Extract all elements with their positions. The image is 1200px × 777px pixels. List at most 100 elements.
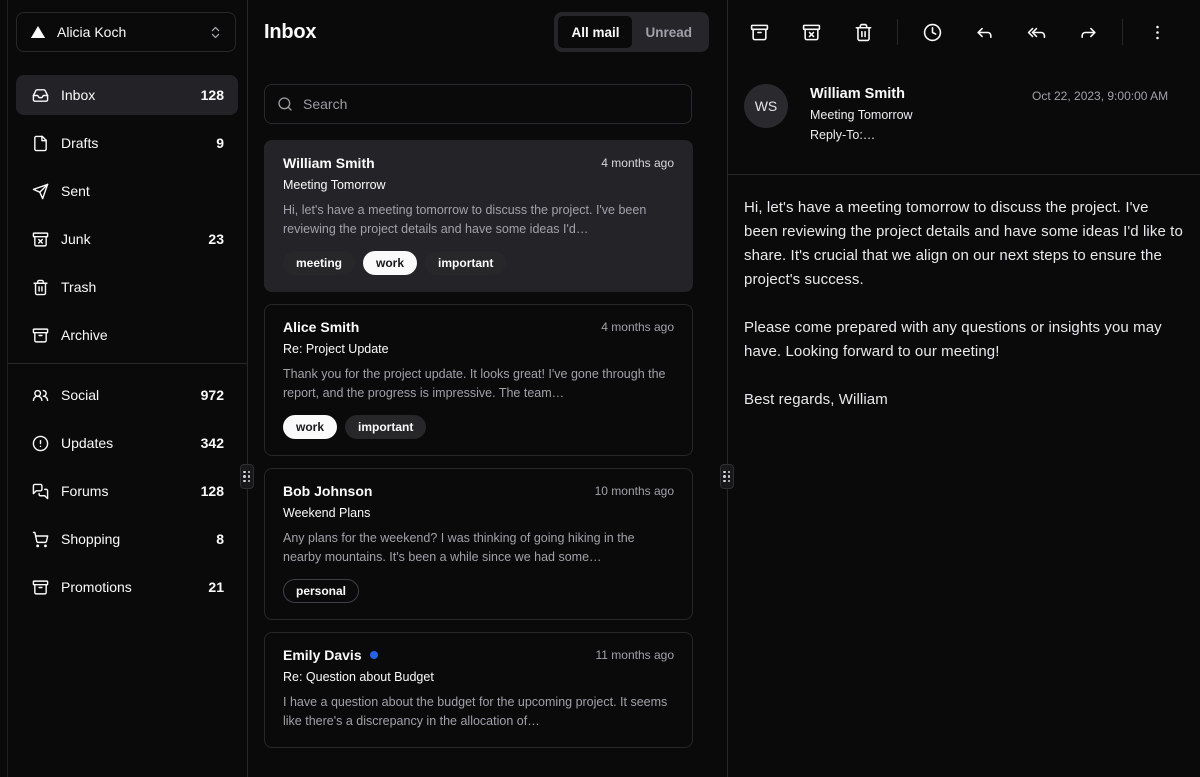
sidebar-item-label: Archive [61, 327, 212, 343]
email-tags: work important [283, 415, 674, 439]
account-switcher[interactable]: Alicia Koch [16, 12, 236, 52]
email-time: 11 months ago [596, 648, 675, 662]
email-sender: Emily Davis [283, 647, 362, 663]
mail-toolbar [728, 0, 1200, 64]
page-title: Inbox [264, 21, 316, 44]
sidebar-item-forums[interactable]: Forums 128 [16, 471, 238, 511]
sidebar-item-drafts[interactable]: Drafts 9 [16, 123, 238, 163]
tag-badge[interactable]: personal [283, 579, 359, 603]
sidebar-item-inbox[interactable]: Inbox 128 [16, 75, 238, 115]
sidebar-item-count: 972 [201, 387, 224, 403]
archive-icon [32, 327, 49, 344]
search-icon [277, 96, 293, 112]
email-tags: meeting work important [283, 251, 674, 275]
email-top-row: William Smith 4 months ago [283, 155, 674, 171]
sidebar-item-junk[interactable]: Junk 23 [16, 219, 238, 259]
shopping-cart-icon [32, 531, 49, 548]
trash-icon [854, 23, 873, 42]
sidebar-item-trash[interactable]: Trash [16, 267, 238, 307]
sidebar-item-archive[interactable]: Archive [16, 315, 238, 355]
chevrons-up-down-icon [208, 25, 223, 40]
sidebar-item-updates[interactable]: Updates 342 [16, 423, 238, 463]
tag-badge[interactable]: work [283, 415, 337, 439]
sidebar-item-social[interactable]: Social 972 [16, 375, 238, 415]
unread-dot [370, 651, 378, 659]
email-preview: Any plans for the weekend? I was thinkin… [283, 529, 674, 567]
email-preview: Hi, let's have a meeting tomorrow to dis… [283, 201, 674, 239]
detail-reply-to: Reply-To:… [810, 128, 913, 142]
email-top-row: Bob Johnson 10 months ago [283, 483, 674, 499]
inbox-icon [32, 87, 49, 104]
search-input[interactable] [303, 96, 679, 112]
email-preview: I have a question about the budget for t… [283, 693, 674, 731]
move-to-trash-button[interactable] [845, 14, 881, 50]
tag-badge[interactable]: important [345, 415, 426, 439]
more-options-button[interactable] [1139, 14, 1175, 50]
email-list-item[interactable]: Bob Johnson 10 months ago Weekend Plans … [264, 468, 693, 620]
grip-icon [723, 471, 731, 483]
move-to-junk-button[interactable] [793, 14, 829, 50]
detail-date: Oct 22, 2023, 9:00:00 AM [1032, 84, 1184, 154]
account-name: Alicia Koch [57, 24, 198, 40]
email-body-paragraph: Best regards, William [744, 388, 1184, 412]
sidebar-item-count: 128 [201, 483, 224, 499]
email-time: 4 months ago [601, 320, 674, 334]
reply-icon [975, 23, 994, 42]
email-sender: William Smith [283, 155, 375, 171]
forward-button[interactable] [1070, 14, 1106, 50]
messages-square-icon [32, 483, 49, 500]
avatar: WS [744, 84, 788, 128]
sidebar-item-label: Promotions [61, 579, 196, 595]
reply-all-button[interactable] [1018, 14, 1054, 50]
archive-icon [32, 579, 49, 596]
sidebar: Alicia Koch Inbox 128 Drafts 9 Sent [8, 0, 247, 777]
sidebar-item-promotions[interactable]: Promotions 21 [16, 567, 238, 607]
archive-button[interactable] [741, 14, 777, 50]
tab-unread[interactable]: Unread [632, 16, 705, 48]
forward-icon [1079, 23, 1098, 42]
sidebar-nav-secondary: Social 972 Updates 342 Forums 128 Shoppi… [16, 375, 238, 607]
archive-x-icon [32, 231, 49, 248]
email-detail-meta: William Smith Meeting Tomorrow Reply-To:… [810, 84, 913, 154]
sidebar-separator [8, 363, 247, 364]
list-detail-resize-handle[interactable] [720, 464, 734, 489]
tag-badge[interactable]: important [425, 251, 506, 275]
sidebar-item-label: Inbox [61, 87, 189, 103]
tab-all-mail[interactable]: All mail [558, 16, 632, 48]
sidebar-nav-primary: Inbox 128 Drafts 9 Sent Junk 23 [16, 75, 238, 355]
email-subject: Weekend Plans [283, 506, 674, 520]
sidebar-item-count: 8 [216, 531, 224, 547]
email-subject: Re: Project Update [283, 342, 674, 356]
email-body-paragraph: Please come prepared with any questions … [744, 316, 1184, 364]
detail-sender-name: William Smith [810, 86, 913, 102]
clock-icon [923, 23, 942, 42]
email-body: Hi, let's have a meeting tomorrow to dis… [728, 176, 1200, 432]
sidebar-item-count: 23 [208, 231, 224, 247]
alert-circle-icon [32, 435, 49, 452]
email-top-row: Alice Smith 4 months ago [283, 319, 674, 335]
email-list-item[interactable]: Emily Davis 11 months ago Re: Question a… [264, 632, 693, 748]
tag-badge[interactable]: meeting [283, 251, 355, 275]
email-tags: personal [283, 579, 674, 603]
email-sender: Bob Johnson [283, 483, 372, 499]
email-body-paragraph: Hi, let's have a meeting tomorrow to dis… [744, 196, 1184, 292]
sidebar-item-label: Social [61, 387, 189, 403]
email-list-item[interactable]: Alice Smith 4 months ago Re: Project Upd… [264, 304, 693, 456]
sidebar-item-count: 21 [208, 579, 224, 595]
grip-icon [243, 471, 251, 483]
archive-x-icon [802, 23, 821, 42]
sidebar-item-shopping[interactable]: Shopping 8 [16, 519, 238, 559]
mail-app: { "colors": { "background": "#0a0a0a", "… [0, 0, 1200, 777]
email-time: 4 months ago [601, 156, 674, 170]
reply-button[interactable] [966, 14, 1002, 50]
email-list-item[interactable]: William Smith 4 months ago Meeting Tomor… [264, 140, 693, 292]
snooze-button[interactable] [914, 14, 950, 50]
detail-subject: Meeting Tomorrow [810, 108, 913, 122]
email-sender: Alice Smith [283, 319, 359, 335]
email-detail-header: WS William Smith Meeting Tomorrow Reply-… [728, 64, 1200, 175]
email-list: William Smith 4 months ago Meeting Tomor… [264, 140, 693, 748]
sidebar-item-sent[interactable]: Sent [16, 171, 238, 211]
sidebar-resize-handle[interactable] [240, 464, 254, 489]
tag-badge[interactable]: work [363, 251, 417, 275]
sidebar-item-label: Junk [61, 231, 196, 247]
